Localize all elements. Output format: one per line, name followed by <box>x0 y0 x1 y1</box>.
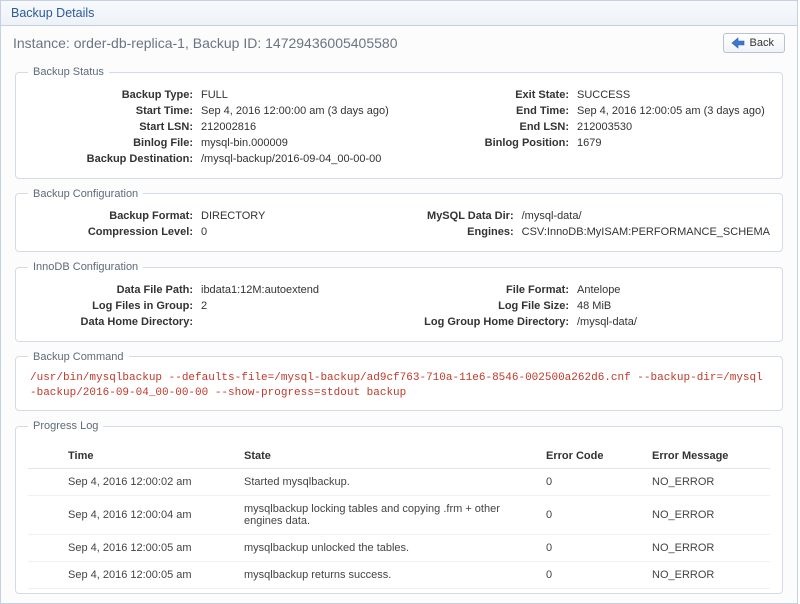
label-mysql-datadir: MySQL Data Dir: <box>349 209 522 224</box>
value-binlog-pos: 1679 <box>577 136 601 151</box>
col-error-code: Error Code <box>538 444 644 469</box>
value-mysql-datadir: /mysql-data/ <box>522 209 582 224</box>
label-data-file-path: Data File Path: <box>28 283 201 298</box>
value-log-group-home: /mysql-data/ <box>577 315 637 330</box>
progress-log-legend: Progress Log <box>28 420 103 432</box>
col-state: State <box>236 444 538 469</box>
log-error-code: 0 <box>538 469 644 496</box>
log-time: Sep 4, 2016 12:00:05 am <box>28 562 236 589</box>
panel-title: Backup Details <box>1 1 797 26</box>
back-button-label: Back <box>750 37 774 49</box>
value-log-files-group: 2 <box>201 299 207 314</box>
label-backup-format: Backup Format: <box>28 209 201 224</box>
backup-command-group: Backup Command /usr/bin/mysqlbackup --de… <box>15 351 783 412</box>
table-row: Sep 4, 2016 12:00:04 ammysqlbackup locki… <box>28 496 770 535</box>
value-start-lsn: 212002816 <box>201 120 256 135</box>
label-file-format: File Format: <box>404 283 577 298</box>
label-binlog-file: Binlog File: <box>28 136 201 151</box>
table-row: Sep 4, 2016 12:00:02 amStarted mysqlback… <box>28 469 770 496</box>
log-error-code: 0 <box>538 496 644 535</box>
value-compression: 0 <box>201 225 207 240</box>
value-log-file-size: 48 MiB <box>577 299 611 314</box>
value-end-time: Sep 4, 2016 12:00:05 am (3 days ago) <box>577 104 765 119</box>
subheader: Instance: order-db-replica-1, Backup ID:… <box>1 26 797 62</box>
value-backup-type: FULL <box>201 88 228 103</box>
value-engines: CSV:InnoDB:MyISAM:PERFORMANCE_SCHEMA <box>522 225 770 240</box>
back-arrow-icon <box>731 37 745 49</box>
log-error-code: 0 <box>538 562 644 589</box>
label-end-lsn: End LSN: <box>404 120 577 135</box>
backup-config-group: Backup Configuration Backup Format:DIREC… <box>15 188 783 253</box>
log-state: mysqlbackup unlocked the tables. <box>236 535 538 562</box>
label-engines: Engines: <box>349 225 522 240</box>
label-start-lsn: Start LSN: <box>28 120 201 135</box>
label-log-group-home: Log Group Home Directory: <box>404 315 577 330</box>
value-file-format: Antelope <box>577 283 620 298</box>
label-backup-dest: Backup Destination: <box>28 152 201 167</box>
col-time: Time <box>28 444 236 469</box>
backup-status-legend: Backup Status <box>28 66 109 78</box>
label-data-home-dir: Data Home Directory: <box>28 315 201 330</box>
label-end-time: End Time: <box>404 104 577 119</box>
label-log-file-size: Log File Size: <box>404 299 577 314</box>
label-log-files-group: Log Files in Group: <box>28 299 201 314</box>
label-binlog-pos: Binlog Position: <box>404 136 577 151</box>
value-start-time: Sep 4, 2016 12:00:00 am (3 days ago) <box>201 104 389 119</box>
value-binlog-file: mysql-bin.000009 <box>201 136 288 151</box>
label-start-time: Start Time: <box>28 104 201 119</box>
backup-details-panel: Backup Details Instance: order-db-replic… <box>0 0 798 604</box>
log-state: Started mysqlbackup. <box>236 469 538 496</box>
log-time: Sep 4, 2016 12:00:04 am <box>28 496 236 535</box>
log-state: mysqlbackup returns success. <box>236 562 538 589</box>
log-time: Sep 4, 2016 12:00:02 am <box>28 469 236 496</box>
col-error-msg: Error Message <box>644 444 770 469</box>
label-exit-state: Exit State: <box>404 88 577 103</box>
log-error-msg: NO_ERROR <box>644 535 770 562</box>
backup-config-legend: Backup Configuration <box>28 188 143 200</box>
table-row: Sep 4, 2016 12:00:05 ammysqlbackup unloc… <box>28 535 770 562</box>
label-compression: Compression Level: <box>28 225 201 240</box>
value-exit-state: SUCCESS <box>577 88 630 103</box>
log-state: mysqlbackup locking tables and copying .… <box>236 496 538 535</box>
progress-log-group: Progress Log Time State Error Code Error… <box>15 420 783 594</box>
back-button[interactable]: Back <box>723 33 785 53</box>
label-backup-type: Backup Type: <box>28 88 201 103</box>
log-error-msg: NO_ERROR <box>644 562 770 589</box>
log-error-msg: NO_ERROR <box>644 496 770 535</box>
value-backup-format: DIRECTORY <box>201 209 265 224</box>
table-header-row: Time State Error Code Error Message <box>28 444 770 469</box>
backup-command-legend: Backup Command <box>28 351 129 363</box>
log-time: Sep 4, 2016 12:00:05 am <box>28 535 236 562</box>
log-error-msg: NO_ERROR <box>644 469 770 496</box>
value-end-lsn: 212003530 <box>577 120 632 135</box>
backup-command-text: /usr/bin/mysqlbackup --defaults-file=/my… <box>28 371 770 401</box>
progress-log-table: Time State Error Code Error Message Sep … <box>28 444 770 589</box>
innodb-config-legend: InnoDB Configuration <box>28 261 143 273</box>
table-row: Sep 4, 2016 12:00:05 ammysqlbackup retur… <box>28 562 770 589</box>
value-data-file-path: ibdata1:12M:autoextend <box>201 283 319 298</box>
innodb-config-group: InnoDB Configuration Data File Path:ibda… <box>15 261 783 342</box>
instance-id-line: Instance: order-db-replica-1, Backup ID:… <box>13 35 397 51</box>
backup-status-group: Backup Status Backup Type:FULL Start Tim… <box>15 66 783 179</box>
log-error-code: 0 <box>538 535 644 562</box>
value-backup-dest: /mysql-backup/2016-09-04_00-00-00 <box>201 152 381 167</box>
